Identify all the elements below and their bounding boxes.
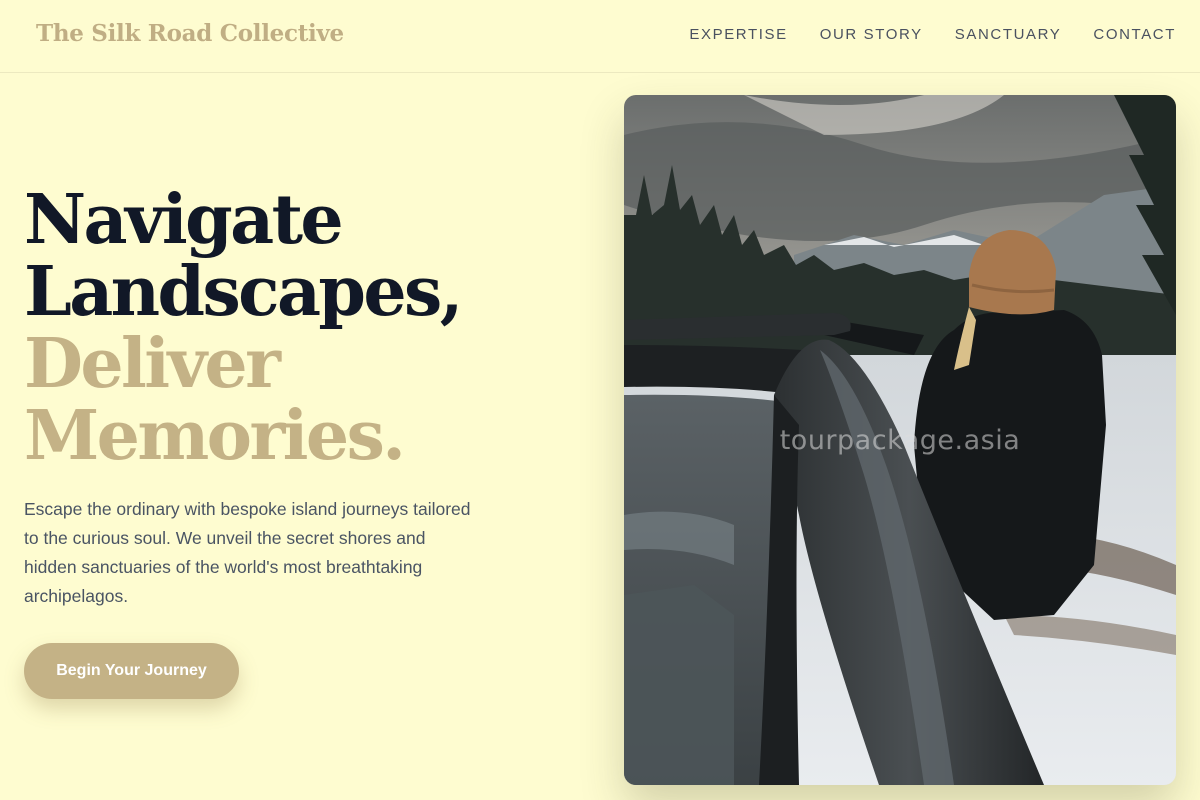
nav-link-sanctuary[interactable]: SANCTUARY <box>955 26 1062 43</box>
brand-logo[interactable]: The Silk Road Collective <box>36 20 344 47</box>
begin-journey-button[interactable]: Begin Your Journey <box>24 643 239 699</box>
hero-description: Escape the ordinary with bespoke island … <box>24 499 471 606</box>
main-nav: EXPERTISE OUR STORY SANCTUARY CONTACT <box>689 26 1176 43</box>
nav-link-our-story[interactable]: OUR STORY <box>820 26 923 43</box>
hero-title-line-1: Navigate <box>24 180 344 260</box>
hero-title-line-2: Landscapes, <box>24 252 463 332</box>
hero-image: tourpackage.asia <box>624 95 1176 785</box>
hero-title-line-4: Memories. <box>24 396 406 476</box>
image-watermark: tourpackage.asia <box>779 425 1021 456</box>
nav-link-expertise[interactable]: EXPERTISE <box>689 26 787 43</box>
hero-title-line-3: Deliver <box>24 324 281 404</box>
site-header: The Silk Road Collective EXPERTISE OUR S… <box>0 0 1200 73</box>
nav-link-contact[interactable]: CONTACT <box>1093 26 1176 43</box>
hero-title: Navigate Landscapes, Deliver Memories. <box>24 184 584 472</box>
